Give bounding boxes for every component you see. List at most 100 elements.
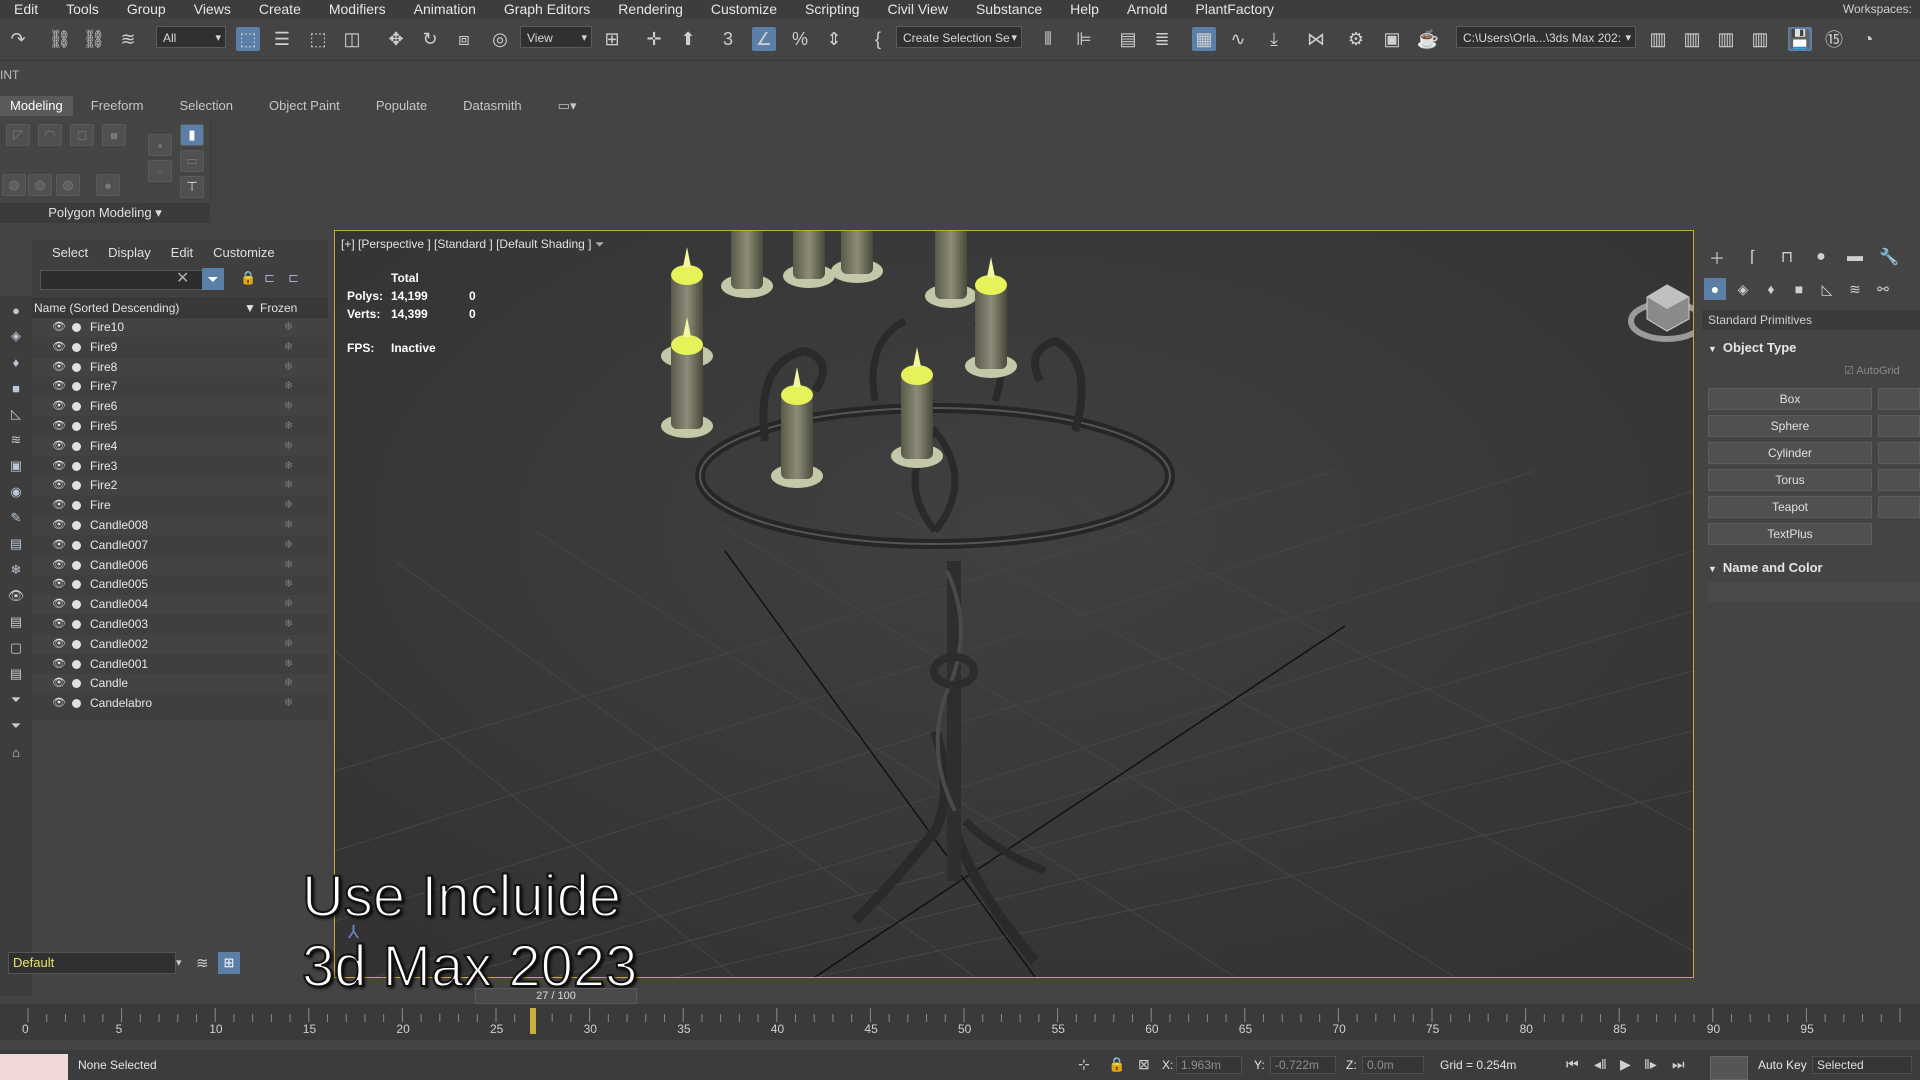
menu-help[interactable]: Help (1056, 0, 1113, 18)
visibility-eye-icon[interactable]: 👁 (52, 615, 66, 634)
display-all-icon[interactable]: ▤ (6, 612, 26, 632)
filter-funnel-icon[interactable]: ⏷ (202, 268, 224, 290)
menu-edit[interactable]: Edit (0, 0, 52, 18)
ribbon-attach-icon[interactable]: ◍ (2, 174, 26, 196)
box-button[interactable]: Box (1708, 388, 1872, 410)
menu-views[interactable]: Views (180, 0, 245, 18)
tab-modeling[interactable]: Modeling (0, 96, 73, 116)
ribbon-stack-icon[interactable]: ⊤ (180, 176, 204, 198)
project-path-dropdown[interactable]: C:\Users\Orla...\3ds Max 202: (1456, 26, 1636, 48)
frozen-toggle-icon[interactable]: ❄ (284, 694, 293, 713)
list-item[interactable]: 👁 Fire9 ❄ (32, 338, 328, 357)
list-item[interactable]: 👁 Candle007 ❄ (32, 536, 328, 555)
go-to-end-icon[interactable]: ⏭ (1672, 1056, 1685, 1073)
systems-category-icon[interactable]: ⚯ (1872, 278, 1894, 300)
frozen-toggle-icon[interactable]: ❄ (284, 615, 293, 634)
primitive-button-col2-5[interactable] (1878, 496, 1920, 518)
unlink-icon[interactable]: ⛓ (82, 27, 106, 51)
toggle-ribbon-icon[interactable]: ▦ (1192, 27, 1216, 51)
menu-rendering[interactable]: Rendering (604, 0, 697, 18)
helpers-category-icon[interactable]: ◺ (1816, 278, 1838, 300)
visibility-eye-icon[interactable]: 👁 (52, 318, 66, 337)
layer-hierarchy-icon[interactable]: ⊏ (288, 270, 299, 286)
edit-named-selection-icon[interactable]: { (866, 27, 890, 51)
x-coord-field[interactable]: 1.963m (1176, 1056, 1242, 1074)
display-groups-icon[interactable]: ▣ (6, 456, 26, 476)
visibility-eye-icon[interactable]: 👁 (52, 635, 66, 654)
primitive-button-col2-3[interactable] (1878, 442, 1920, 464)
frozen-toggle-icon[interactable]: ❄ (284, 417, 293, 436)
visibility-eye-icon[interactable]: 👁 (52, 358, 66, 377)
utilities-tab-icon[interactable]: 🔧 (1878, 246, 1900, 268)
align-icon[interactable]: ⊫ (1072, 27, 1096, 51)
track-bar[interactable]: 0 5 10 15 20 25 30 35 40 45 50 55 60 65 70 75 80 85 90 95 (0, 1004, 1920, 1040)
set-key-button[interactable] (1710, 1056, 1748, 1080)
shapes-category-icon[interactable]: ◈ (1732, 278, 1754, 300)
viewport-filter-icon[interactable]: ⏷ (595, 237, 605, 251)
absolute-mode-icon[interactable]: ⊠ (1138, 1056, 1150, 1073)
project-icon-4[interactable]: ▥ (1748, 27, 1772, 51)
list-item[interactable]: 👁 Fire10 ❄ (32, 318, 328, 337)
visibility-eye-icon[interactable]: 👁 (52, 516, 66, 535)
layer-dropdown-arrow-icon[interactable]: ▾ (176, 956, 182, 969)
cylinder-button[interactable]: Cylinder (1708, 442, 1872, 464)
column-name[interactable]: Name (Sorted Descending) (34, 299, 179, 317)
pivot-center-icon[interactable]: ⊞ (600, 27, 624, 51)
teapot-button[interactable]: Teapot (1708, 496, 1872, 518)
filter-toggle-icon[interactable]: ⏷ (6, 716, 26, 736)
display-cameras-icon[interactable]: ■ (6, 378, 26, 398)
select-by-name-icon[interactable]: ☰ (270, 27, 294, 51)
visibility-eye-icon[interactable]: 👁 (52, 377, 66, 396)
ribbon-polygon-icon[interactable]: ■ (102, 124, 126, 146)
menu-civil-view[interactable]: Civil View (874, 0, 962, 18)
visibility-eye-icon[interactable]: 👁 (52, 496, 66, 515)
ribbon-edge-icon[interactable]: ◠ (38, 124, 62, 146)
project-icon-1[interactable]: ▥ (1646, 27, 1670, 51)
space-warps-category-icon[interactable]: ≋ (1844, 278, 1866, 300)
visibility-eye-icon[interactable]: 👁 (52, 674, 66, 693)
menu-graph-editors[interactable]: Graph Editors (490, 0, 604, 18)
time-slider[interactable]: 27 / 100 (475, 988, 637, 1004)
display-space-warps-icon[interactable]: ≋ (6, 430, 26, 450)
frozen-toggle-icon[interactable]: ❄ (284, 338, 293, 357)
rendered-frame-window-icon[interactable]: ▣ (1380, 27, 1404, 51)
explorer-menu-display[interactable]: Display (88, 245, 151, 260)
z-coord-field[interactable]: 0.0m (1362, 1056, 1424, 1074)
material-editor-icon[interactable]: ⋈ (1304, 27, 1328, 51)
current-layer-dropdown[interactable]: Default (8, 952, 176, 974)
explorer-options-icon[interactable]: ⌂ (6, 742, 26, 762)
visibility-eye-icon[interactable]: 👁 (52, 457, 66, 476)
visibility-eye-icon[interactable]: 👁 (52, 694, 66, 713)
menu-create[interactable]: Create (245, 0, 315, 18)
list-item[interactable]: 👁 Candle002 ❄ (32, 634, 328, 654)
visibility-eye-icon[interactable]: 👁 (52, 556, 66, 575)
primitive-button-col2-4[interactable] (1878, 469, 1920, 491)
list-item[interactable]: 👁 Fire3 ❄ (32, 457, 328, 476)
snaps-toggle-icon[interactable]: 3 (716, 27, 740, 51)
display-invert-icon[interactable]: ▤ (6, 664, 26, 684)
list-item[interactable]: 👁 Candle001 ❄ (32, 655, 328, 674)
frozen-toggle-icon[interactable]: ❄ (284, 358, 293, 377)
list-item[interactable]: 👁 Candle ❄ (32, 674, 328, 694)
tab-freeform[interactable]: Freeform (73, 96, 162, 116)
list-item[interactable]: 👁 Fire8 ❄ (32, 357, 328, 377)
previous-frame-icon[interactable]: ◂‖ (1594, 1056, 1607, 1073)
autogrid-checkbox[interactable]: ☑ AutoGrid (1844, 364, 1900, 377)
list-item[interactable]: 👁 Fire6 ❄ (32, 397, 328, 417)
list-item[interactable]: 👁 Fire7 ❄ (32, 377, 328, 396)
current-frame-marker[interactable] (530, 1008, 537, 1034)
spinner-snap-icon[interactable]: ⇕ (822, 27, 846, 51)
render-production-icon[interactable]: ☕ (1416, 27, 1440, 51)
lock-icon[interactable]: 🔒 (240, 270, 256, 286)
display-frozen-icon[interactable]: ❄ (6, 560, 26, 580)
scale-icon[interactable]: ⧈ (452, 27, 476, 51)
explorer-menu-select[interactable]: Select (32, 245, 88, 260)
visibility-eye-icon[interactable]: 👁 (52, 595, 66, 614)
help-icon[interactable]: ◔ (1856, 27, 1880, 51)
cameras-category-icon[interactable]: ■ (1788, 278, 1810, 300)
frozen-toggle-icon[interactable]: ❄ (284, 536, 293, 555)
go-to-start-icon[interactable]: ⏮ (1566, 1056, 1579, 1073)
name-and-color-rollout[interactable]: ▼ Name and Color (1702, 558, 1920, 578)
display-geometry-icon[interactable]: ● (6, 300, 26, 320)
rotate-icon[interactable]: ↻ (418, 27, 442, 51)
